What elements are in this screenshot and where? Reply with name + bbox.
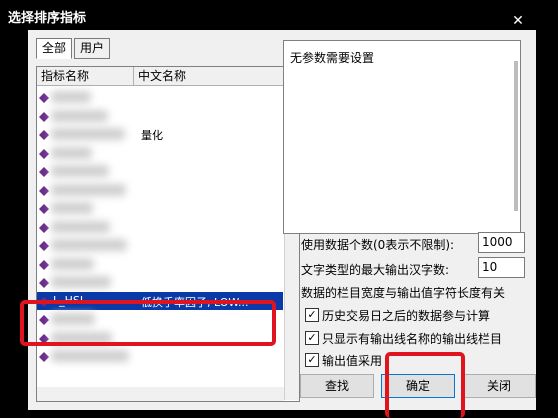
list-item[interactable] — [37, 347, 283, 365]
output-value-checkbox-label: 输出值采用 — [322, 354, 383, 368]
indicator-icon — [39, 185, 49, 196]
max-chars-label: 文字类型的最大输出汉字数: — [301, 263, 450, 277]
list-item[interactable] — [37, 236, 283, 254]
dialog-window: 选择排序指标 ✕ 全部 用户 指标名称 中文名称 量化 L_HSL 低换手率因子, … — [0, 0, 558, 418]
output-value-checkbox[interactable]: ✓ — [305, 353, 319, 367]
redacted-text — [51, 276, 111, 288]
list-item[interactable] — [37, 218, 283, 236]
column-header-name[interactable]: 指标名称 — [37, 67, 134, 86]
list-item[interactable] — [37, 181, 283, 199]
indicator-icon — [39, 259, 49, 270]
list-item[interactable] — [37, 162, 283, 180]
indicator-icon — [39, 148, 49, 159]
history-checkbox[interactable]: ✓ — [305, 308, 319, 322]
window-title: 选择排序指标 — [8, 11, 87, 26]
list-item[interactable]: 量化 — [37, 125, 283, 143]
description-box: 无参数需要设置 — [283, 40, 521, 234]
list-item[interactable] — [37, 88, 283, 106]
description-scrollbar[interactable] — [514, 61, 518, 211]
list-item[interactable] — [37, 255, 283, 273]
highlight-selected-row — [20, 300, 276, 346]
max-chars-input[interactable]: 10 — [478, 257, 525, 278]
indicator-icon — [39, 111, 49, 122]
list-item[interactable] — [37, 273, 283, 291]
redacted-text — [51, 257, 94, 270]
list-item[interactable] — [37, 144, 283, 162]
data-count-input[interactable]: 1000 — [478, 232, 525, 253]
indicator-icon — [39, 351, 49, 362]
indicator-icon — [39, 222, 49, 233]
history-checkbox-label: 历史交易日之后的数据参与计算 — [322, 309, 491, 323]
redacted-text — [51, 350, 129, 362]
output-name-checkbox-label: 只显示有输出线名称的输出线栏目 — [322, 332, 503, 346]
tab-all[interactable]: 全部 — [36, 38, 72, 59]
data-count-label: 使用数据个数(0表示不限制): — [301, 238, 455, 252]
search-button[interactable]: 查找 — [300, 374, 374, 398]
redacted-text — [51, 91, 91, 103]
indicator-cn-name: 量化 — [141, 129, 163, 142]
indicator-icon — [39, 203, 49, 214]
indicator-icon — [39, 277, 49, 288]
redacted-text — [51, 146, 92, 159]
column-width-note: 数据的栏目宽度与输出值字符长度有关 — [301, 286, 506, 300]
output-name-checkbox[interactable]: ✓ — [305, 331, 319, 345]
column-header-cn[interactable]: 中文名称 — [134, 67, 284, 86]
right-border — [536, 30, 558, 410]
redacted-text — [51, 202, 93, 214]
description-text: 无参数需要设置 — [290, 51, 375, 65]
close-icon[interactable]: ✕ — [510, 13, 526, 29]
redacted-text — [51, 183, 126, 196]
redacted-text — [51, 128, 125, 140]
redacted-text — [51, 109, 108, 122]
close-button[interactable]: 关闭 — [462, 374, 536, 398]
highlight-ok-button — [385, 352, 465, 418]
indicator-list[interactable]: 指标名称 中文名称 量化 L_HSL 低换手率因子, LOW... — [36, 66, 300, 402]
tab-user[interactable]: 用户 — [74, 38, 110, 59]
indicator-icon — [39, 129, 49, 140]
horizontal-scrollbar[interactable] — [37, 387, 284, 401]
list-item[interactable] — [37, 199, 283, 217]
title-bar[interactable]: 选择排序指标 ✕ — [0, 0, 558, 30]
redacted-text — [51, 220, 110, 233]
redacted-text — [51, 239, 127, 251]
redacted-text — [51, 165, 109, 177]
list-item[interactable] — [37, 107, 283, 125]
indicator-icon — [39, 166, 49, 177]
indicator-icon — [39, 240, 49, 251]
indicator-icon — [39, 92, 49, 103]
left-border — [0, 30, 28, 410]
